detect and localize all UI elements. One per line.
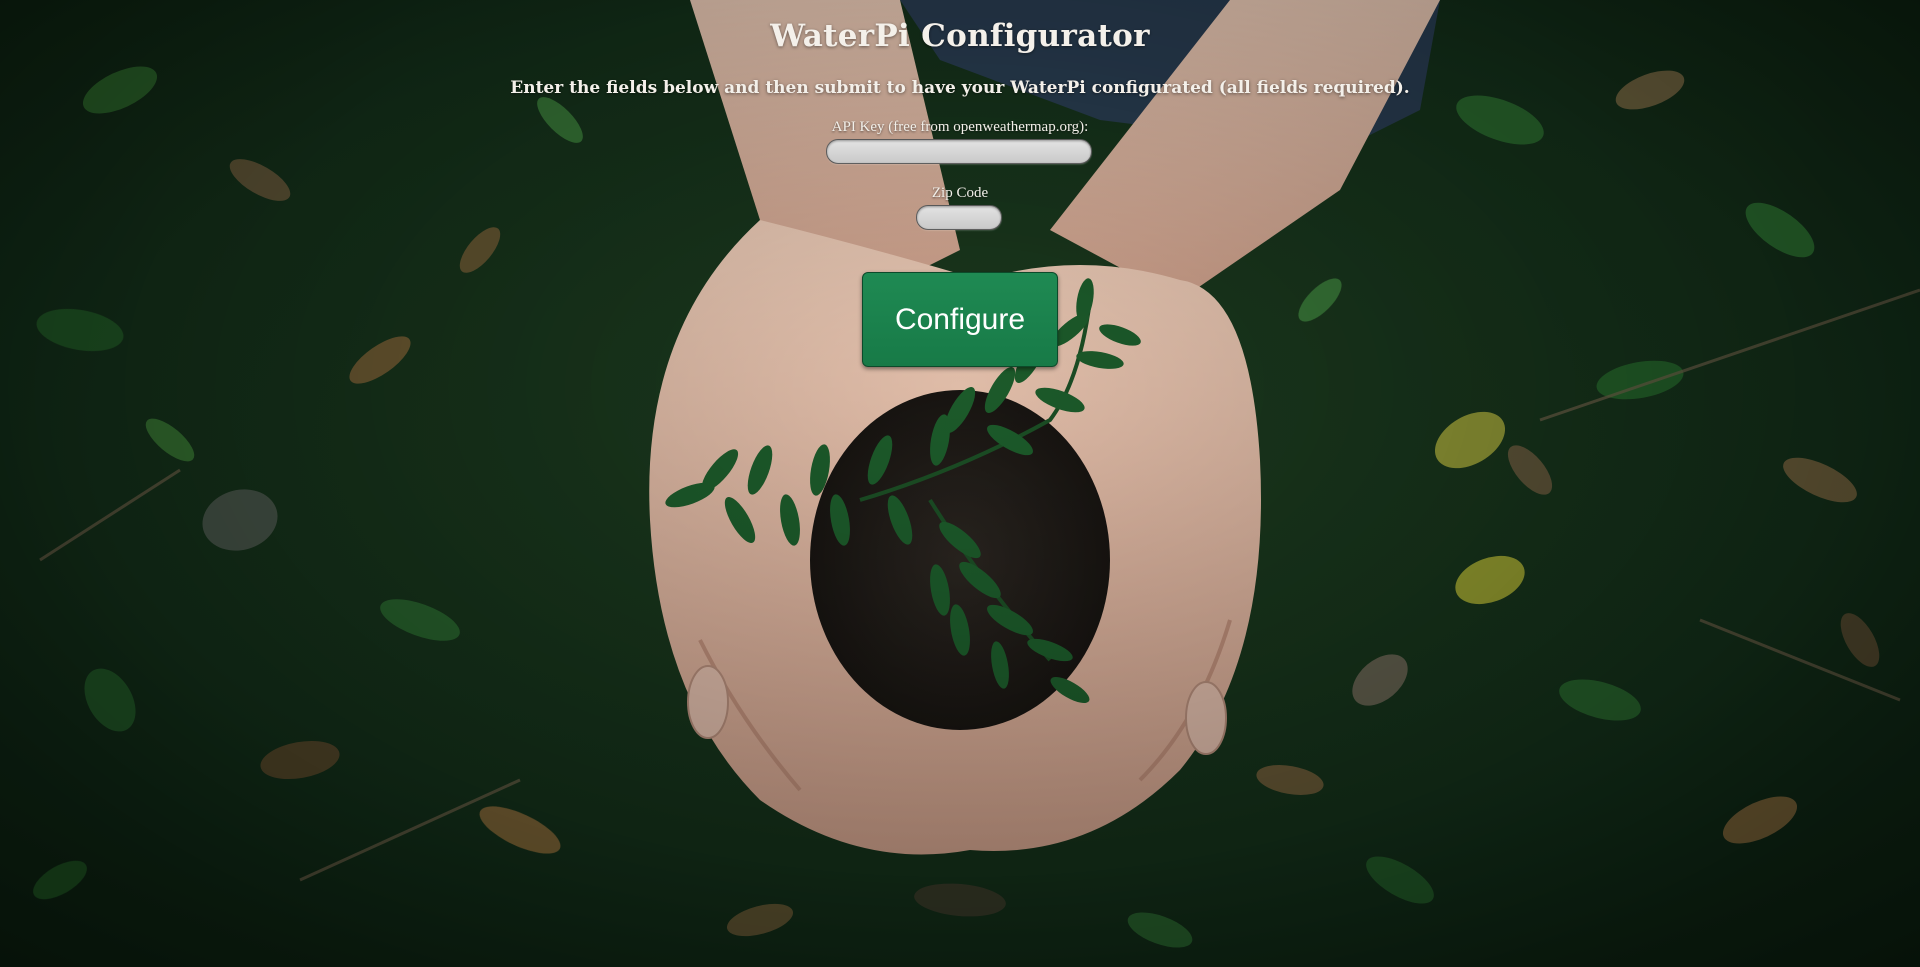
configure-button[interactable]: Configure <box>862 272 1058 367</box>
api-key-label: API Key (free from openweathermap.org): <box>831 119 1089 135</box>
page-instructions: Enter the fields below and then submit t… <box>510 78 1410 98</box>
page-title: WaterPi Configurator <box>770 18 1150 54</box>
zip-code-label: Zip Code <box>931 185 989 201</box>
zip-code-input[interactable] <box>916 205 1002 230</box>
api-key-input[interactable] <box>826 139 1092 164</box>
